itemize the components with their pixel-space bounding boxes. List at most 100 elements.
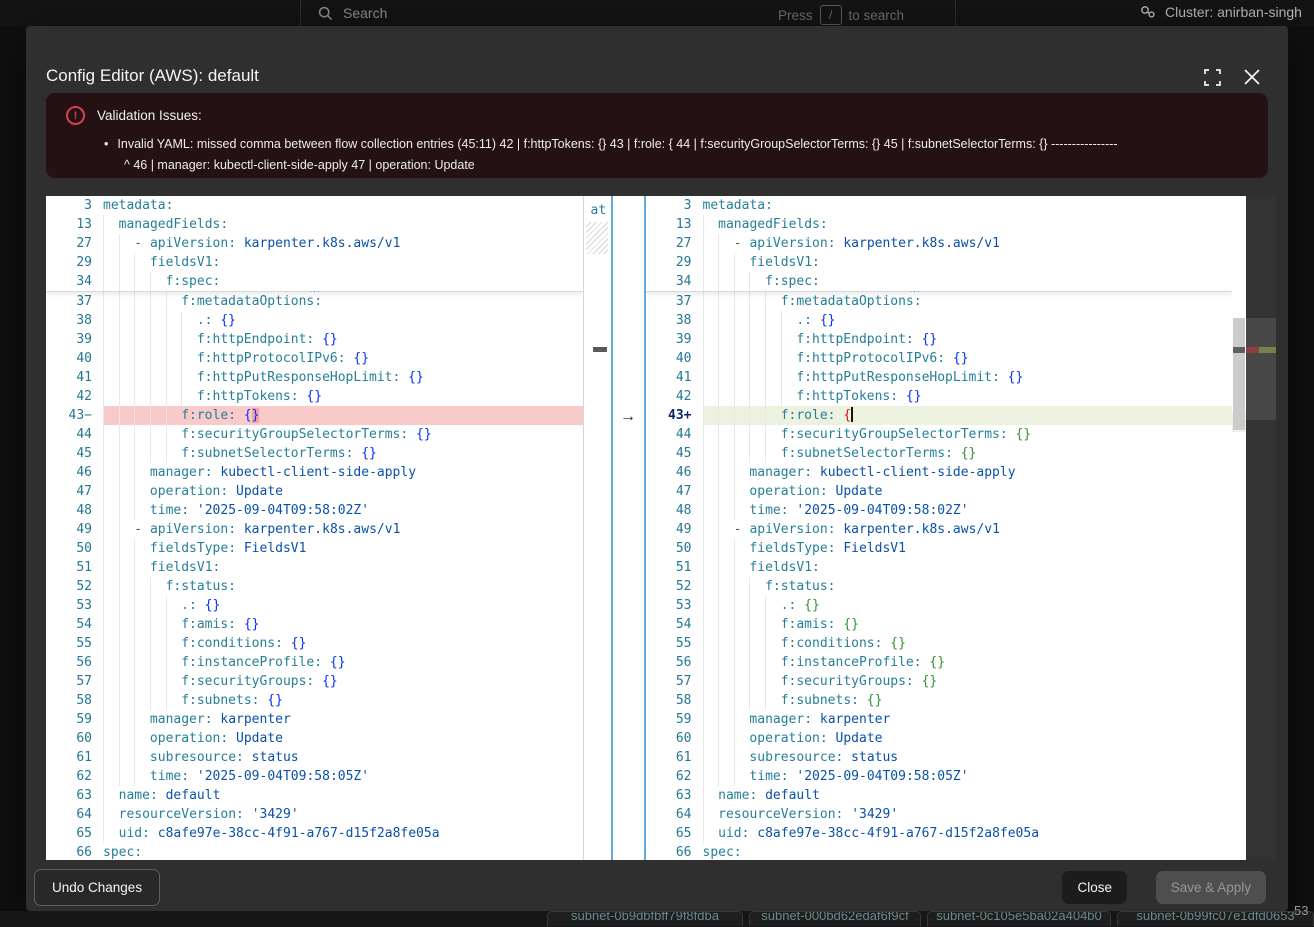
indent-guide	[150, 349, 166, 368]
close-icon[interactable]	[1244, 69, 1262, 87]
code-token: operation:	[749, 484, 827, 499]
indent-guide	[166, 330, 182, 349]
code-line: 38.: {}	[646, 311, 1233, 330]
indent-guide	[718, 577, 734, 596]
indent-guide	[734, 577, 750, 596]
unfold-region-dots[interactable]: ···	[909, 286, 921, 296]
line-number: 40	[46, 349, 103, 368]
indent-guide	[718, 444, 734, 463]
app-topbar: Search Press / to search Cluster: anirba…	[0, 0, 1314, 26]
code-token: subresource:	[150, 750, 244, 765]
indent-guide	[103, 577, 119, 596]
code-line: 39f:httpEndpoint: {}	[46, 330, 583, 349]
indent-guide	[703, 349, 719, 368]
code-line: 62time: '2025-09-04T09:58:05Z'	[46, 767, 583, 786]
code-token: {	[236, 408, 252, 423]
line-number: 53	[646, 596, 703, 615]
indent-guide	[134, 748, 150, 767]
indent-guide	[718, 729, 734, 748]
indent-guide	[703, 311, 719, 330]
indent-guide	[703, 215, 719, 234]
cluster-selector[interactable]: Cluster: anirban-singh	[1140, 4, 1314, 20]
code-line: 58f:subnets: {}	[46, 691, 583, 710]
line-number: 45	[646, 444, 703, 463]
code-token: Update	[228, 731, 283, 746]
indent-guide	[718, 748, 734, 767]
editor-scrollbar[interactable]	[1232, 196, 1246, 860]
indent-guide	[119, 406, 135, 425]
indent-guide	[181, 330, 197, 349]
line-number: 50	[646, 539, 703, 558]
overview-slider-block[interactable]	[1246, 318, 1276, 420]
diff-modified-pane[interactable]: 3metadata:13managedFields:27- apiVersion…	[646, 196, 1233, 860]
indent-guide	[749, 577, 765, 596]
indent-guide	[103, 425, 119, 444]
indent-guide	[119, 501, 135, 520]
code-token: {}	[197, 598, 220, 613]
line-number: 60	[46, 729, 103, 748]
code-token: manager:	[150, 465, 213, 480]
indent-guide	[103, 330, 119, 349]
line-number: 42	[46, 387, 103, 406]
indent-guide	[119, 368, 135, 387]
code-line: 47operation: Update	[46, 482, 583, 501]
indent-guide	[765, 653, 781, 672]
diff-sash[interactable]: →	[611, 196, 646, 860]
code-token: {}	[898, 389, 921, 404]
topbar-divider	[300, 0, 301, 26]
indent-guide	[166, 406, 182, 425]
right-scrollbar-zone[interactable]	[1232, 196, 1276, 860]
cluster-label: Cluster: anirban-singh	[1165, 4, 1302, 20]
line-number: 58	[46, 691, 103, 710]
line-number: 45	[46, 444, 103, 463]
code-token: apiVersion:	[150, 236, 236, 251]
code-token: '2025-09-04T09:58:05Z'	[789, 769, 969, 784]
scrollbar-slider[interactable]	[1233, 318, 1245, 430]
validation-message-line1: •Invalid YAML: missed comma between flow…	[104, 134, 1248, 154]
indent-guide	[749, 634, 765, 653]
indent-guide	[134, 558, 150, 577]
line-number: 43+	[646, 406, 703, 425]
indent-guide	[166, 691, 182, 710]
code-rows-left[interactable]: 37f:metadataOptions:38.: {}39f:httpEndpo…	[46, 292, 583, 860]
code-token: karpenter	[812, 712, 890, 727]
screen: Search Press / to search Cluster: anirba…	[0, 0, 1314, 927]
indent-guide	[103, 539, 119, 558]
code-token: fieldsType:	[749, 541, 835, 556]
left-overview-ruler[interactable]: at	[583, 196, 611, 860]
code-rows-right[interactable]: 37f:metadataOptions:38.: {}39f:httpEndpo…	[646, 292, 1233, 860]
indent-guide	[134, 672, 150, 691]
code-token: {}	[400, 370, 423, 385]
code-token: {}	[859, 693, 882, 708]
indent-guide	[119, 634, 135, 653]
code-token: karpenter.k8s.aws/v1	[236, 522, 400, 537]
indent-guide	[718, 463, 734, 482]
code-token: f:securityGroups:	[181, 674, 314, 689]
line-number: 62	[646, 767, 703, 786]
code-token: f:httpPutResponseHopLimit:	[796, 370, 1000, 385]
indent-guide	[749, 444, 765, 463]
code-token: manager:	[150, 712, 213, 727]
undo-changes-button[interactable]: Undo Changes	[34, 869, 160, 906]
code-line: 43+f:role: {	[646, 406, 1233, 425]
revert-change-arrow[interactable]: →	[613, 408, 644, 426]
code-token: Update	[828, 484, 883, 499]
code-token: -	[734, 236, 750, 251]
indent-guide	[718, 691, 734, 710]
line-number: 41	[646, 368, 703, 387]
save-apply-button: Save & Apply	[1156, 871, 1266, 904]
code-token: fieldsV1:	[150, 255, 220, 270]
indent-guide	[734, 729, 750, 748]
fullscreen-icon[interactable]	[1204, 69, 1222, 87]
indent-guide	[734, 482, 750, 501]
global-search[interactable]: Search	[318, 5, 387, 21]
code-token: f:instanceProfile:	[181, 655, 322, 670]
code-token: {}	[1008, 427, 1031, 442]
unfold-region-dots[interactable]: ···	[309, 286, 321, 296]
close-button[interactable]: Close	[1062, 871, 1127, 904]
code-token: operation:	[749, 731, 827, 746]
line-number: 13	[46, 215, 103, 234]
code-token: {}	[812, 313, 835, 328]
indent-guide	[718, 311, 734, 330]
indent-guide	[103, 482, 119, 501]
